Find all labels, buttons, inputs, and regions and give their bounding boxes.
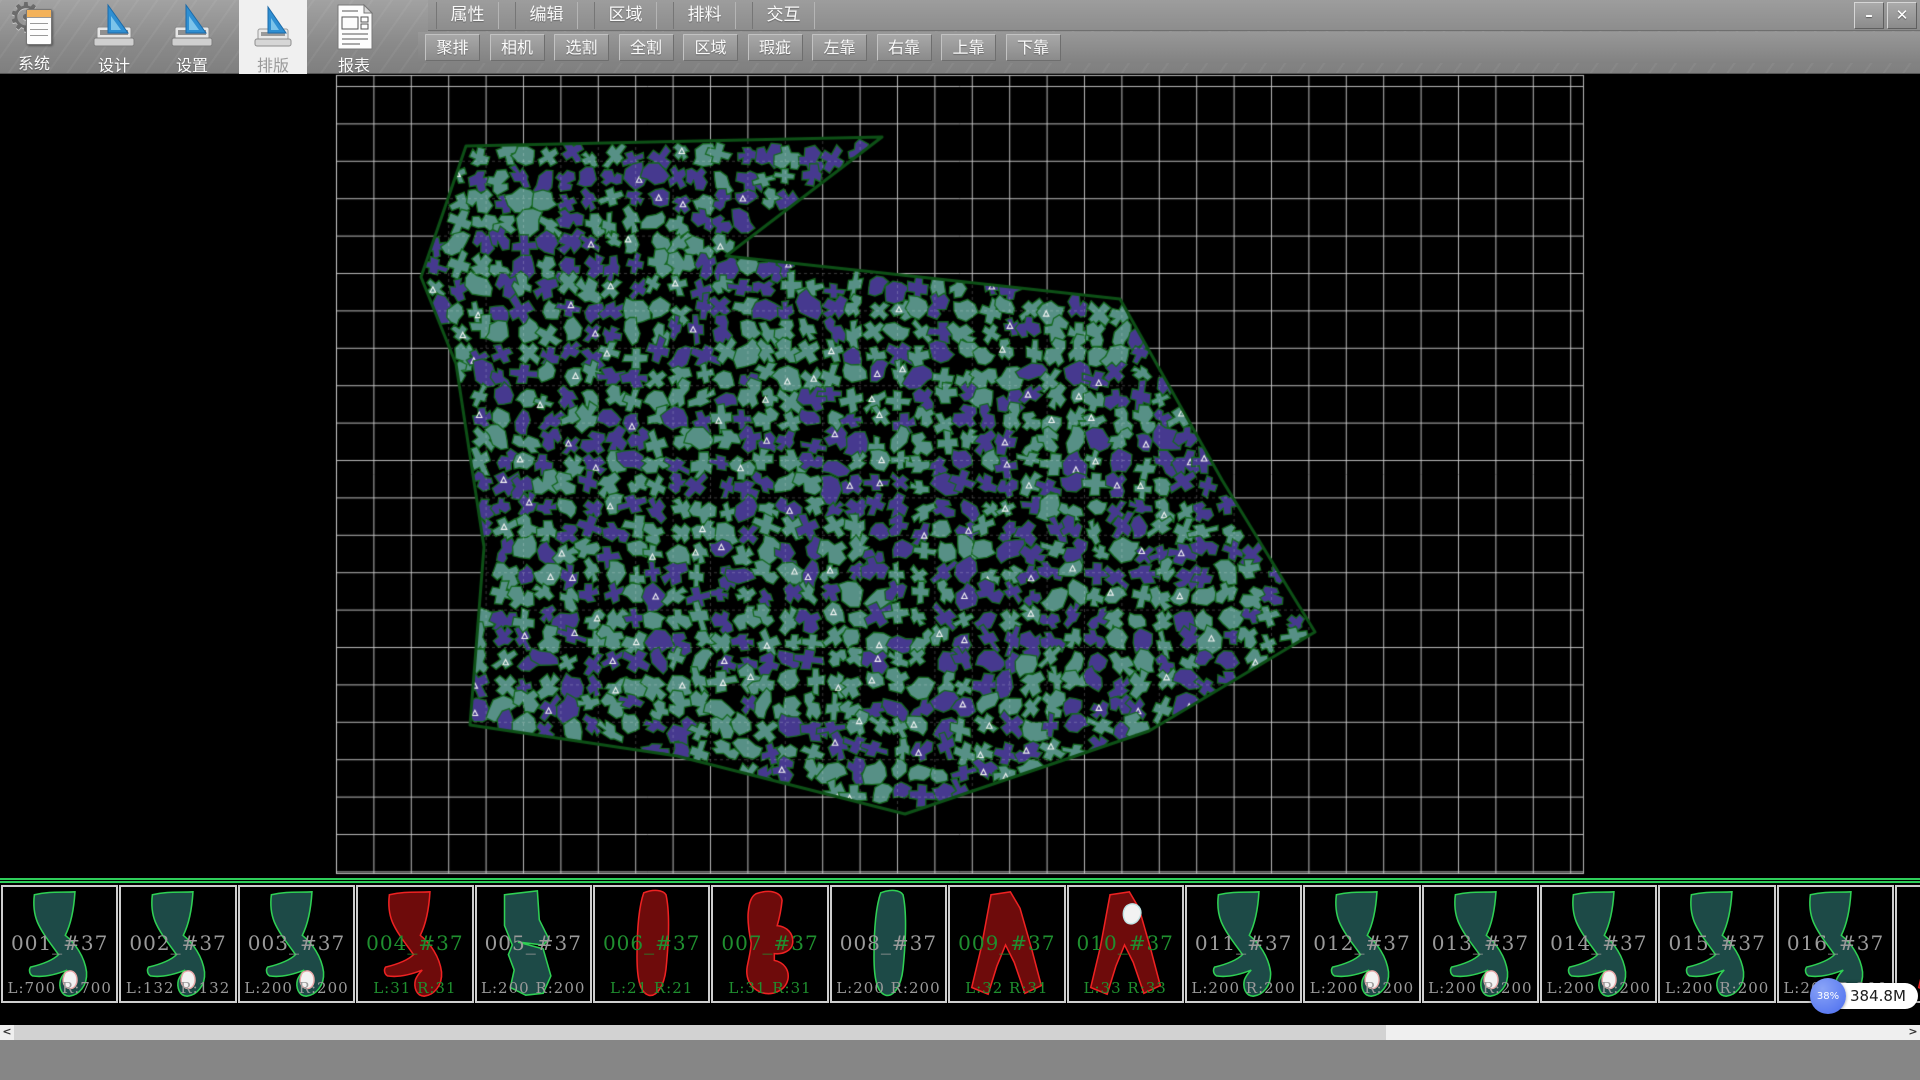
- piece-thumbnail-4[interactable]: 004_#37 L:31 R:31: [356, 885, 473, 1003]
- design-button[interactable]: 设计: [80, 0, 148, 74]
- piece-thumbnail-6[interactable]: 006_#37 L:21 R:21: [593, 885, 710, 1003]
- piece-lr-count: L:200 R:200: [1305, 979, 1418, 997]
- report-button-label: 报表: [338, 52, 370, 76]
- piece-thumbnail-1[interactable]: 001_#37 L:700 R:700: [1, 885, 118, 1003]
- piece-lr-count: L:31 R:31: [358, 979, 471, 997]
- piece-name: 010_#37: [1069, 931, 1182, 955]
- piece-name: 003_#37: [240, 931, 353, 955]
- piece-lr-count: L:132 R:132: [121, 979, 234, 997]
- menu-tab-4[interactable]: 排料: [673, 2, 736, 29]
- piece-thumbnail-8[interactable]: 008_#37 L:200 R:200: [830, 885, 947, 1003]
- piece-name: 013_#37: [1424, 931, 1537, 955]
- piece-name: 008_#37: [832, 931, 945, 955]
- piece-name: 002_#37: [121, 931, 234, 955]
- memory-percent-badge: 38%: [1810, 978, 1846, 1014]
- menu-bar: 属性编辑区域排料交互: [428, 0, 1920, 31]
- tool-button-2[interactable]: 相机: [490, 34, 545, 61]
- piece-name: 009_#37: [950, 931, 1063, 955]
- strip-top-line-2: [0, 881, 1920, 883]
- piece-thumbnail-13[interactable]: 013_#37 L:200 R:200: [1422, 885, 1539, 1003]
- piece-lr-count: L:200 R:200: [1424, 979, 1537, 997]
- piece-name: 004_#37: [358, 931, 471, 955]
- piece-lr-count: L:700 R:700: [3, 979, 116, 997]
- layout-ruler-icon: [251, 3, 295, 51]
- piece-name: 012_#37: [1305, 931, 1418, 955]
- scrollbar-thumb[interactable]: [14, 1025, 1386, 1040]
- piece-lr-count: L:200 R:200: [240, 979, 353, 997]
- horizontal-scrollbar[interactable]: < >: [0, 1025, 1920, 1040]
- scroll-left-icon[interactable]: <: [0, 1025, 14, 1040]
- piece-lr-count: L:200 R:200: [1660, 979, 1773, 997]
- tool-button-3[interactable]: 选割: [554, 34, 609, 61]
- tool-button-5[interactable]: 区域: [683, 34, 738, 61]
- memory-value: 384.8M: [1850, 987, 1906, 1005]
- piece-lr-count: L:200 R:200: [832, 979, 945, 997]
- scroll-right-icon[interactable]: >: [1906, 1025, 1920, 1040]
- piece-name: 001_#37: [3, 931, 116, 955]
- piece-lr-count: L:33 R:33: [1069, 979, 1182, 997]
- system-button-label: 系统: [18, 50, 50, 74]
- piece-name: 006_#37: [595, 931, 708, 955]
- layout-button[interactable]: 排版: [239, 0, 307, 74]
- piece-thumbnail-10[interactable]: 010_#37 L:33 R:33: [1067, 885, 1184, 1003]
- tool-button-7[interactable]: 左靠: [812, 34, 867, 61]
- menu-tab-1[interactable]: 属性: [436, 2, 499, 29]
- piece-thumbnail-strip: 001_#37L:700 R:700002_#37L:132 R:132003_…: [0, 878, 1920, 1025]
- menu-tab-2[interactable]: 编辑: [515, 2, 578, 29]
- thumbnail-row: 001_#37L:700 R:700002_#37L:132 R:132003_…: [1, 885, 1920, 1003]
- layout-button-label: 排版: [257, 52, 289, 76]
- piece-lr-count: L:21 R:21: [595, 979, 708, 997]
- strip-top-line: [0, 878, 1920, 880]
- memory-status-badge: 38% 384.8M: [1814, 983, 1918, 1009]
- minimize-button[interactable]: –: [1854, 2, 1884, 29]
- piece-lr-count: L:200 R:200: [477, 979, 590, 997]
- report-button[interactable]: 报表: [320, 0, 388, 74]
- piece-thumbnail-7[interactable]: 007_#37 L:31 R:31: [711, 885, 828, 1003]
- piece-thumbnail-12[interactable]: 012_#37 L:200 R:200: [1303, 885, 1420, 1003]
- design-ruler-icon: [92, 3, 136, 51]
- menu-tab-3[interactable]: 区域: [594, 2, 657, 29]
- tool-button-8[interactable]: 右靠: [877, 34, 932, 61]
- tool-button-10[interactable]: 下靠: [1006, 34, 1061, 61]
- piece-thumbnail-2[interactable]: 002_#37 L:132 R:132: [119, 885, 236, 1003]
- tool-button-1[interactable]: 聚排: [425, 34, 480, 61]
- window-bottom-strip: [0, 1040, 1920, 1080]
- piece-lr-count: L:200 R:200: [1542, 979, 1655, 997]
- piece-lr-count: L:32 R:31: [950, 979, 1063, 997]
- piece-name: 007_#37: [713, 931, 826, 955]
- nesting-canvas[interactable]: [0, 74, 1920, 878]
- piece-name: 015_#37: [1660, 931, 1773, 955]
- piece-lr-count: L:31 R:31: [713, 979, 826, 997]
- system-button[interactable]: ⚙ 系统: [0, 0, 68, 74]
- tool-bar: 聚排相机选割全割区域瑕疵左靠右靠上靠下靠: [418, 32, 1920, 63]
- settings-button[interactable]: 设置: [158, 0, 226, 74]
- settings-ruler-icon: [170, 3, 214, 51]
- toolbar: ⚙ 系统 设计 设置: [0, 0, 1920, 74]
- system-gear-icon: ⚙: [12, 3, 56, 49]
- tool-button-9[interactable]: 上靠: [941, 34, 996, 61]
- close-button[interactable]: ✕: [1887, 2, 1917, 29]
- piece-name: 014_#37: [1542, 931, 1655, 955]
- tool-button-6[interactable]: 瑕疵: [748, 34, 803, 61]
- piece-name: 016_#37: [1779, 931, 1892, 955]
- report-doc-icon: [332, 3, 376, 51]
- piece-name: 005_#37: [477, 931, 590, 955]
- piece-thumbnail-11[interactable]: 011_#37 L:200 R:200: [1185, 885, 1302, 1003]
- piece-name: 011_#37: [1187, 931, 1300, 955]
- piece-lr-count: L:200 R:200: [1187, 979, 1300, 997]
- piece-thumbnail-3[interactable]: 003_#37 L:200 R:200: [238, 885, 355, 1003]
- piece-thumbnail-5[interactable]: 005_#37 L:200 R:200: [475, 885, 592, 1003]
- menu-tab-5[interactable]: 交互: [752, 2, 815, 29]
- tool-button-4[interactable]: 全割: [619, 34, 674, 61]
- design-button-label: 设计: [98, 52, 130, 76]
- piece-thumbnail-15[interactable]: 015_#37 L:200 R:200: [1658, 885, 1775, 1003]
- piece-thumbnail-9[interactable]: 009_#37 L:32 R:31: [948, 885, 1065, 1003]
- settings-button-label: 设置: [176, 52, 208, 76]
- piece-thumbnail-14[interactable]: 014_#37 L:200 R:200: [1540, 885, 1657, 1003]
